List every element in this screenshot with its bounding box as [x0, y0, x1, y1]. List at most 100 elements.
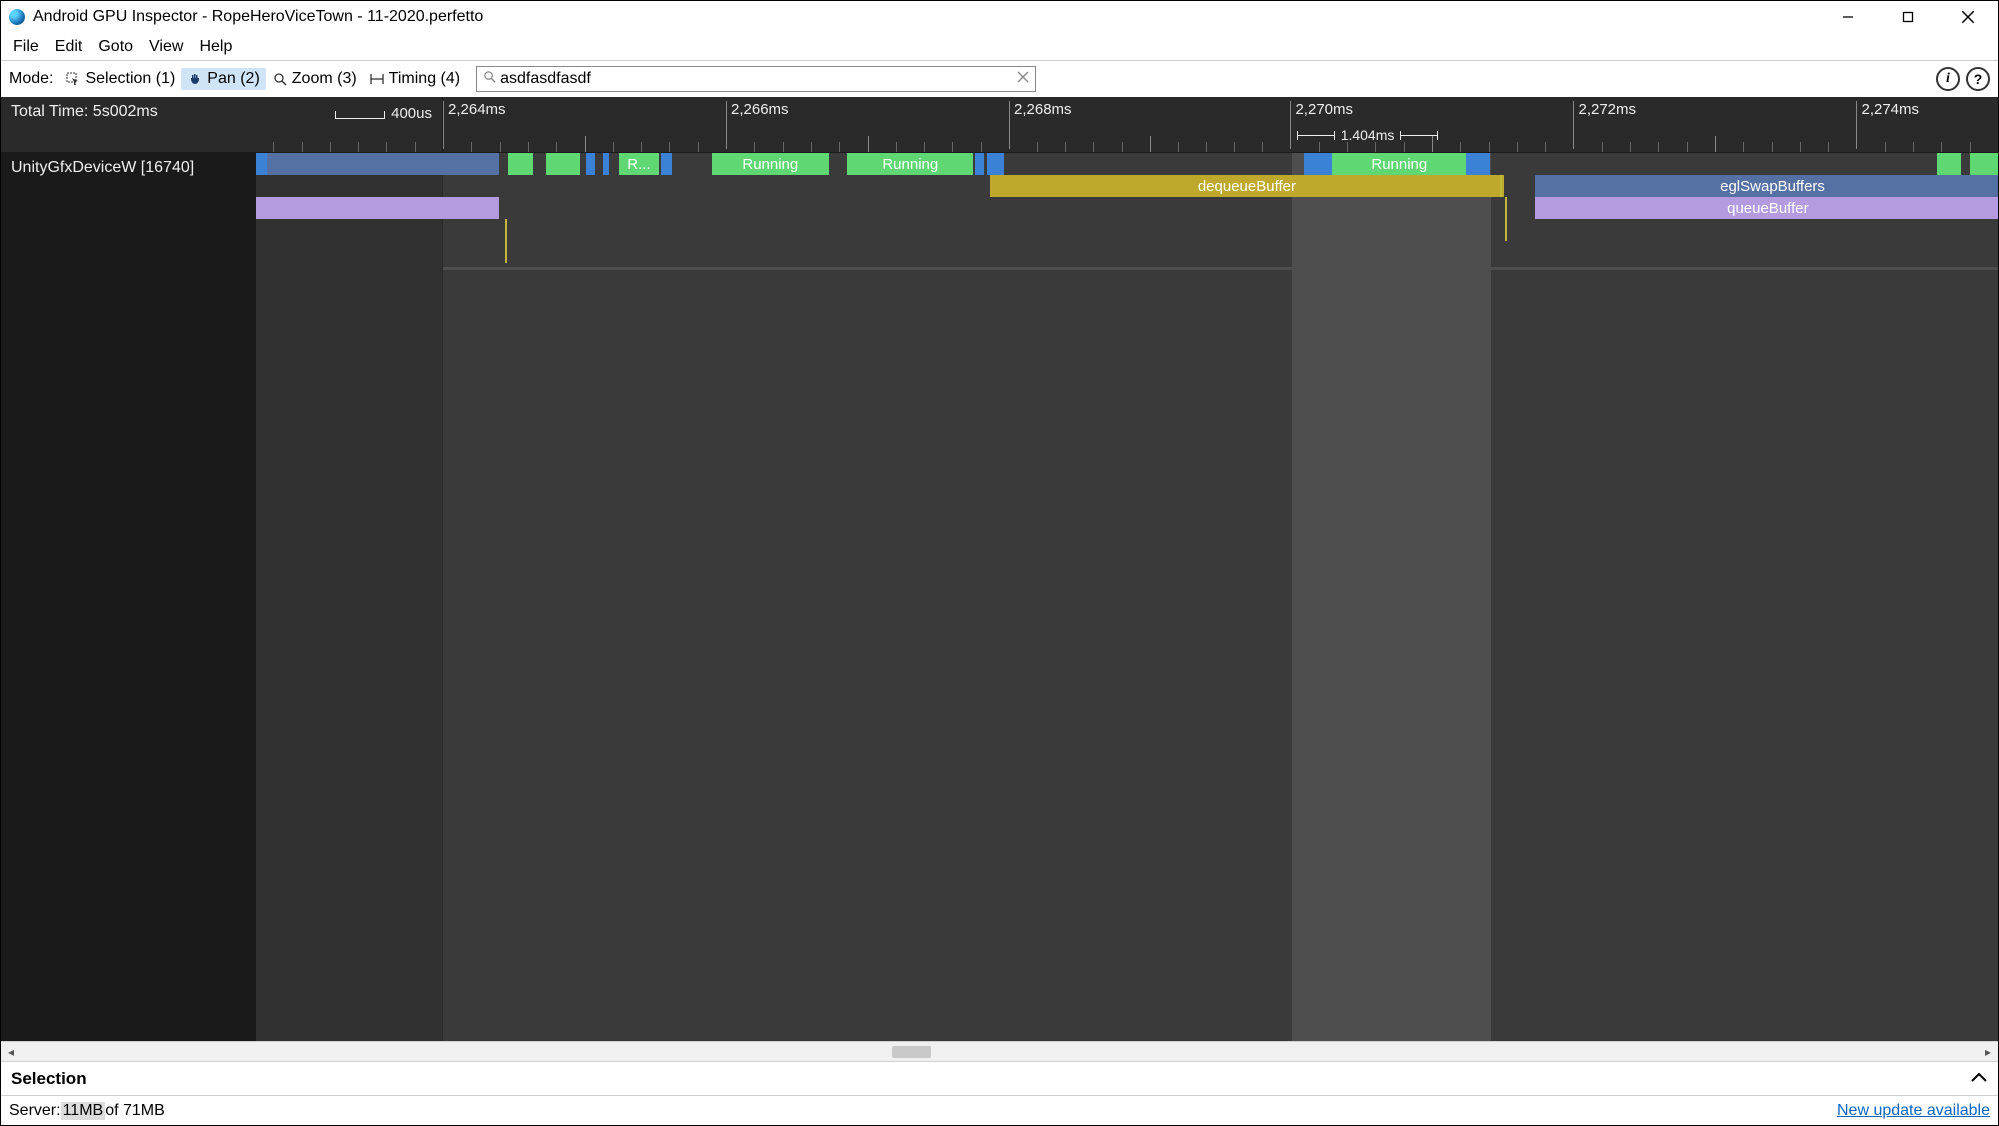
event-marker-line: [505, 219, 507, 263]
track-canvas[interactable]: R...RunningRunningRunningR...dequeueBuff…: [443, 153, 1998, 1041]
ruler-minor-tick: [1913, 142, 1914, 152]
timeline-event[interactable]: [1304, 153, 1332, 175]
ruler-minor-tick: [1150, 136, 1151, 152]
timeline[interactable]: Total Time: 5s002ms 400us 1.404ms 2,264m…: [1, 97, 1998, 1041]
timeline-event[interactable]: [508, 153, 533, 175]
mode-zoom-label: Zoom (3): [292, 70, 357, 88]
selection-panel-header[interactable]: Selection: [1, 1061, 1998, 1095]
timeline-event[interactable]: [975, 153, 984, 175]
total-time-label: Total Time: 5s002ms: [11, 103, 158, 121]
track-area[interactable]: UnityGfxDeviceW [16740] R... Running Runni…: [1, 153, 1998, 1041]
help-icon: ?: [1974, 71, 1983, 87]
close-button[interactable]: [1938, 1, 1998, 33]
search-icon: [483, 70, 496, 88]
ruler-minor-tick: [641, 142, 642, 152]
timeline-event[interactable]: [267, 153, 499, 175]
track-name: UnityGfxDeviceW [16740]: [11, 159, 194, 177]
ruler-minor-tick: [1093, 142, 1094, 152]
chevron-up-icon[interactable]: [1970, 1070, 1988, 1088]
search-input[interactable]: [500, 70, 1017, 88]
timeline-event[interactable]: eglSwapBuffers: [1535, 175, 1998, 197]
ruler-minor-tick: [1489, 142, 1490, 152]
timeline-event[interactable]: Running: [1332, 153, 1466, 175]
tracks-divider: [443, 267, 1998, 270]
selection-panel-title: Selection: [11, 1069, 87, 1089]
timeline-event[interactable]: Running: [847, 153, 973, 175]
ruler-minor-tick: [1347, 142, 1348, 152]
ruler-major-tick: 2,270ms: [1290, 101, 1353, 149]
scroll-right-button[interactable]: ▸: [1978, 1045, 1998, 1059]
ruler-minor-tick: [1772, 142, 1773, 152]
timeline-event[interactable]: [256, 197, 499, 219]
menu-edit[interactable]: Edit: [47, 35, 91, 59]
ruler-minor-tick: [1828, 142, 1829, 152]
clear-search-icon[interactable]: [1017, 70, 1029, 88]
menu-goto[interactable]: Goto: [90, 35, 141, 59]
event-label: Running: [742, 156, 798, 173]
event-label: dequeueBuffer: [1198, 178, 1296, 195]
menu-file[interactable]: File: [5, 35, 47, 59]
timeline-event[interactable]: [1970, 153, 1998, 175]
maximize-button[interactable]: [1878, 1, 1938, 33]
ruler-minor-tick: [1319, 142, 1320, 152]
ruler-minor-tick: [386, 142, 387, 152]
ruler-minor-tick: [1885, 142, 1886, 152]
timeline-event[interactable]: [1937, 153, 1960, 175]
track-label-column: UnityGfxDeviceW [16740]: [1, 153, 443, 1041]
ruler-minor-tick: [754, 142, 755, 152]
ruler-minor-tick: [1630, 142, 1631, 152]
ruler-minor-tick: [471, 142, 472, 152]
scroll-thumb[interactable]: [892, 1046, 931, 1058]
menu-view[interactable]: View: [141, 35, 191, 59]
timeline-event[interactable]: Running: [712, 153, 829, 175]
ruler-minor-tick: [358, 142, 359, 152]
timeline-event[interactable]: queueBuffer: [1535, 197, 1998, 219]
info-icon: i: [1946, 71, 1950, 87]
timeline-event[interactable]: R...: [619, 153, 659, 175]
ruler-minor-tick: [981, 142, 982, 152]
ruler-minor-tick: [1970, 142, 1971, 152]
window-titlebar: Android GPU Inspector - RopeHeroViceTown…: [1, 1, 1998, 33]
ruler-minor-tick: [500, 142, 501, 152]
ruler-minor-tick: [1122, 142, 1123, 152]
mode-timing-button[interactable]: Timing (4): [363, 68, 466, 90]
statusbar: Server: 11MB of 71MB New update availabl…: [1, 1095, 1998, 1125]
ruler-minor-tick: [1602, 142, 1603, 152]
ruler-minor-tick: [669, 142, 670, 152]
timeline-event[interactable]: [603, 153, 609, 175]
horizontal-scrollbar[interactable]: ◂ ▸: [1, 1041, 1998, 1061]
ruler-minor-tick: [839, 142, 840, 152]
ruler-minor-tick: [1206, 142, 1207, 152]
ruler-scale-value: 400us: [391, 105, 432, 122]
ruler-minor-tick: [1065, 142, 1066, 152]
timeline-event[interactable]: [546, 153, 580, 175]
menu-help[interactable]: Help: [191, 35, 240, 59]
search-box[interactable]: [476, 66, 1036, 92]
timeline-event[interactable]: [987, 153, 1004, 175]
ruler-major-tick: 2,264ms: [443, 101, 506, 149]
help-button[interactable]: ?: [1966, 67, 1990, 91]
ruler-minor-tick: [1545, 142, 1546, 152]
update-link[interactable]: New update available: [1837, 1102, 1990, 1120]
ruler-minor-tick: [868, 136, 869, 152]
ruler-minor-tick: [1432, 136, 1433, 152]
event-label: Running: [1371, 156, 1427, 173]
mode-zoom-button[interactable]: Zoom (3): [266, 68, 363, 90]
timeline-event[interactable]: [661, 153, 672, 175]
menubar: File Edit Goto View Help: [1, 33, 1998, 61]
scroll-track[interactable]: [21, 1044, 1978, 1060]
mode-pan-button[interactable]: Pan (2): [181, 68, 265, 90]
mode-label: Mode:: [9, 70, 53, 88]
timeline-event[interactable]: dequeueBuffer: [990, 175, 1503, 197]
info-button[interactable]: i: [1936, 67, 1960, 91]
mode-selection-button[interactable]: Selection (1): [59, 68, 181, 90]
ruler-minor-tick: [1234, 142, 1235, 152]
zoom-icon: [272, 71, 288, 87]
scroll-left-button[interactable]: ◂: [1, 1045, 21, 1059]
timeline-event[interactable]: [586, 153, 595, 175]
ruler-minor-tick: [556, 142, 557, 152]
minimize-button[interactable]: [1818, 1, 1878, 33]
timeline-event[interactable]: [1466, 153, 1489, 175]
toolbar-right: i ?: [1936, 67, 1990, 91]
status-mem-rest: of 71MB: [105, 1102, 165, 1120]
